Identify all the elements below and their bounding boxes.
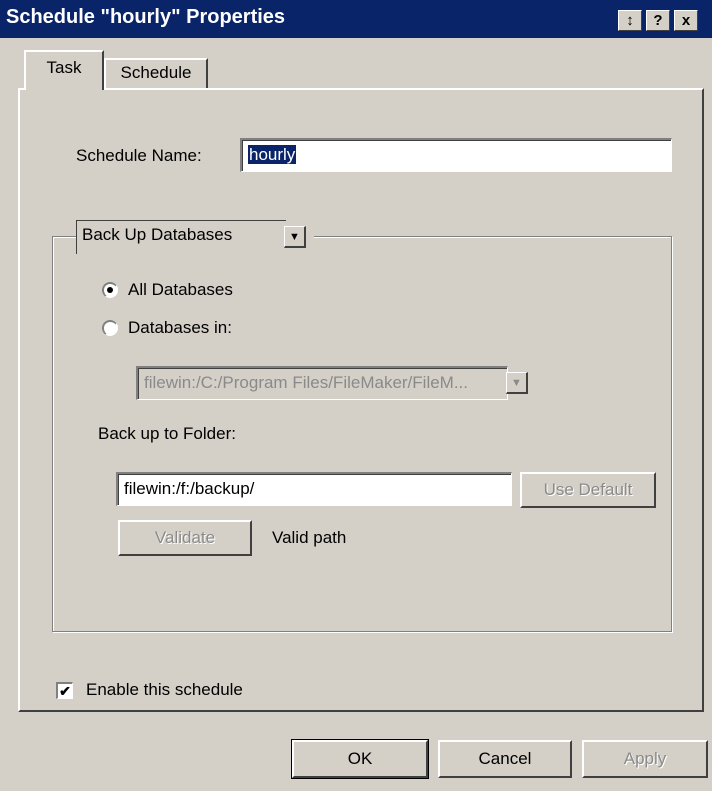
validate-button[interactable]: Validate xyxy=(118,520,252,556)
help-button[interactable]: ? xyxy=(646,10,670,31)
radio-databases-in[interactable] xyxy=(102,320,118,336)
cancel-button[interactable]: Cancel xyxy=(438,740,572,778)
radio-databases-in-label: Databases in: xyxy=(128,318,232,337)
radio-selected-dot xyxy=(107,287,113,293)
schedule-name-input[interactable]: hourly xyxy=(240,138,672,172)
task-type-value: Back Up Databases xyxy=(76,220,286,254)
pin-icon[interactable]: ↕ xyxy=(618,10,642,31)
backup-folder-label: Back up to Folder: xyxy=(98,424,236,443)
schedule-name-label: Schedule Name: xyxy=(76,146,202,165)
backup-folder-input[interactable]: filewin:/f:/backup/ xyxy=(116,472,512,506)
databases-path-dropdown: filewin:/C:/Program Files/FileMaker/File… xyxy=(136,366,508,400)
use-default-button[interactable]: Use Default xyxy=(520,472,656,508)
enable-schedule-checkbox[interactable]: ✔ xyxy=(56,682,73,699)
radio-all-databases-label: All Databases xyxy=(128,280,233,299)
tab-task[interactable]: Task xyxy=(24,50,104,90)
title-bar: Schedule "hourly" Properties ↕ ? x xyxy=(0,0,712,38)
close-button[interactable]: x xyxy=(674,10,698,31)
ok-button[interactable]: OK xyxy=(291,739,429,779)
schedule-name-value: hourly xyxy=(248,145,297,164)
enable-schedule-label: Enable this schedule xyxy=(86,680,243,699)
chevron-down-icon: ▼ xyxy=(506,372,528,394)
radio-all-databases[interactable] xyxy=(102,282,118,298)
chevron-down-icon[interactable]: ▼ xyxy=(284,226,306,248)
tab-schedule[interactable]: Schedule xyxy=(104,58,208,88)
task-type-dropdown[interactable]: Back Up Databases ▼ xyxy=(76,220,314,254)
validation-status: Valid path xyxy=(272,528,347,547)
apply-button[interactable]: Apply xyxy=(582,740,708,778)
window-title: Schedule "hourly" Properties xyxy=(6,6,286,28)
